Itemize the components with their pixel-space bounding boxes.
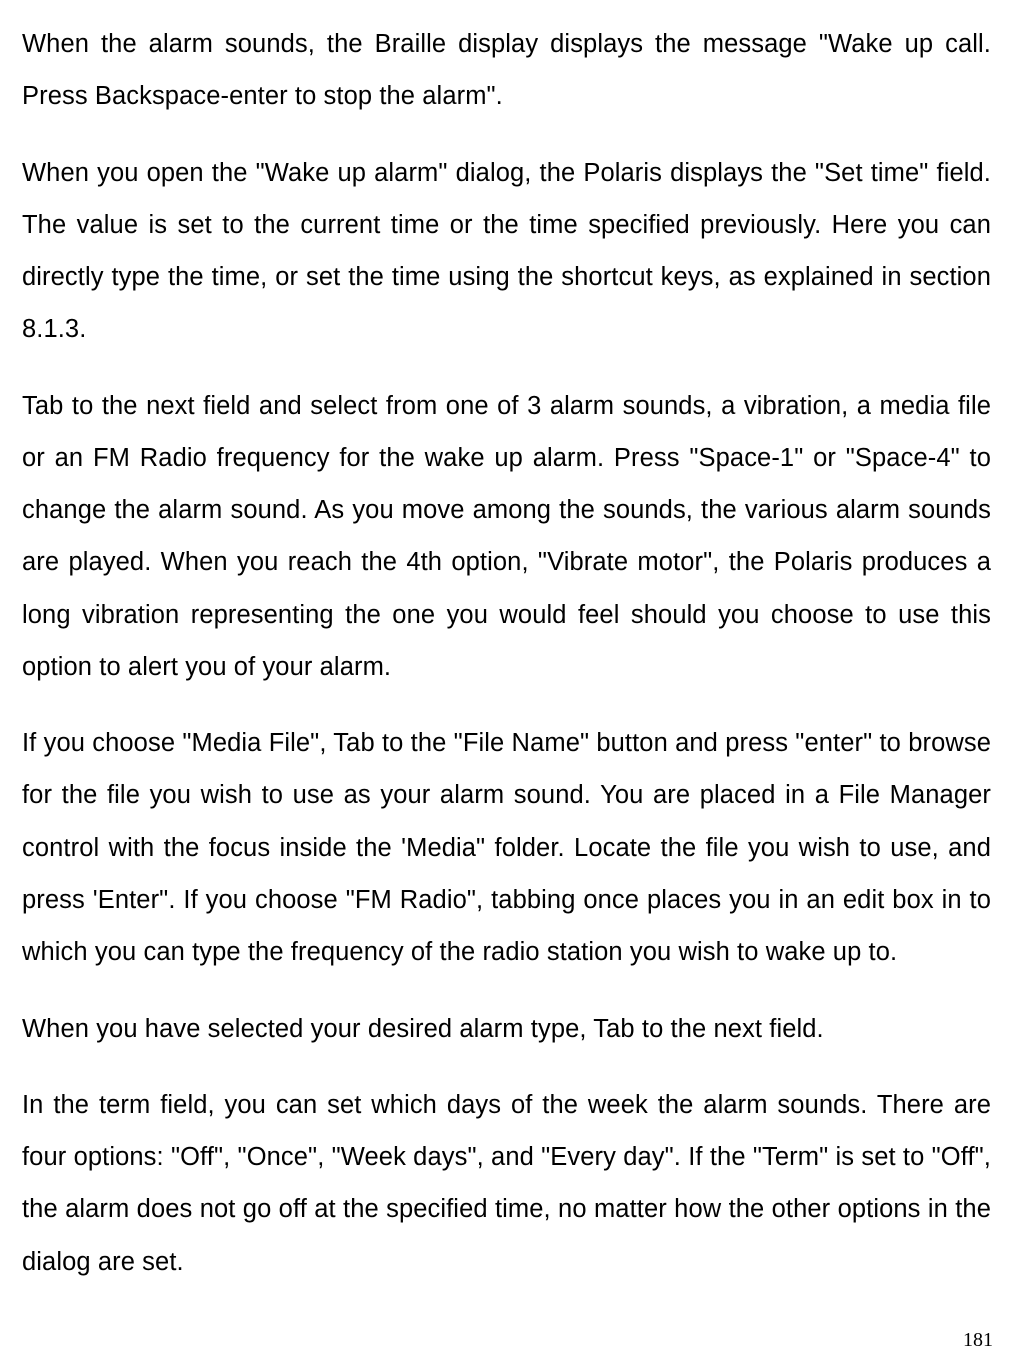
paragraph-1: When the alarm sounds, the Braille displ…: [22, 18, 991, 123]
paragraph-5: When you have selected your desired alar…: [22, 1003, 991, 1055]
page-number: 181: [963, 1329, 993, 1352]
paragraph-2: When you open the "Wake up alarm" dialog…: [22, 147, 991, 356]
paragraph-3: Tab to the next field and select from on…: [22, 380, 991, 694]
document-content: When the alarm sounds, the Braille displ…: [22, 18, 991, 1288]
paragraph-6: In the term field, you can set which day…: [22, 1079, 991, 1288]
paragraph-4: If you choose "Media File", Tab to the "…: [22, 717, 991, 978]
